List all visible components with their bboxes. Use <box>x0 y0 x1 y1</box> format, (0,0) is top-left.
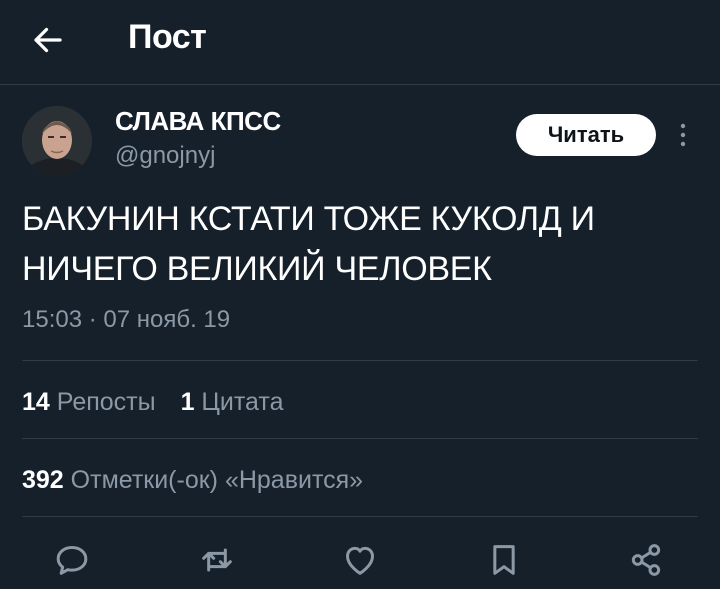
repost-quote-stats: 14 Репосты 1 Цитата <box>22 388 283 417</box>
bookmark-icon[interactable] <box>484 540 524 580</box>
more-vertical-icon[interactable] <box>672 120 694 150</box>
header-divider <box>0 84 720 85</box>
likes-stats[interactable]: 392 Отметки(-ок) «Нравится» <box>22 466 363 495</box>
divider <box>22 438 698 439</box>
heart-icon[interactable] <box>340 540 380 580</box>
avatar-image <box>22 106 92 176</box>
share-icon[interactable] <box>626 540 666 580</box>
quotes-label: Цитата <box>201 388 284 416</box>
tweet-timestamp[interactable]: 15:03 · 07 нояб. 19 <box>22 306 230 334</box>
tweet-text-line: БАКУНИН КСТАТИ ТОЖЕ КУКОЛД И <box>22 200 595 238</box>
reply-icon[interactable] <box>52 540 92 580</box>
divider <box>22 360 698 361</box>
likes-label: Отметки(-ок) «Нравится» <box>70 466 364 494</box>
author-name[interactable]: СЛАВА КПСС <box>115 106 281 137</box>
author-handle[interactable]: @gnojnyj <box>115 142 215 170</box>
quotes-stat[interactable]: 1 Цитата <box>181 388 284 416</box>
arrow-left-icon[interactable] <box>30 22 66 58</box>
top-bar: Пост <box>0 0 720 84</box>
avatar[interactable] <box>22 106 92 176</box>
follow-button[interactable]: Читать <box>516 114 656 156</box>
tweet-text: БАКУНИН КСТАТИ ТОЖЕ КУКОЛД И НИЧЕГО ВЕЛИ… <box>22 194 702 294</box>
retweet-icon[interactable] <box>197 540 237 580</box>
reposts-label: Репосты <box>56 388 156 416</box>
divider <box>22 516 698 517</box>
reposts-count: 14 <box>22 388 50 416</box>
page-title: Пост <box>128 18 207 56</box>
reposts-stat[interactable]: 14 Репосты <box>22 388 156 416</box>
likes-count: 392 <box>22 466 64 494</box>
quotes-count: 1 <box>180 388 195 416</box>
tweet-text-line: НИЧЕГО ВЕЛИКИЙ ЧЕЛОВЕК <box>22 250 492 288</box>
